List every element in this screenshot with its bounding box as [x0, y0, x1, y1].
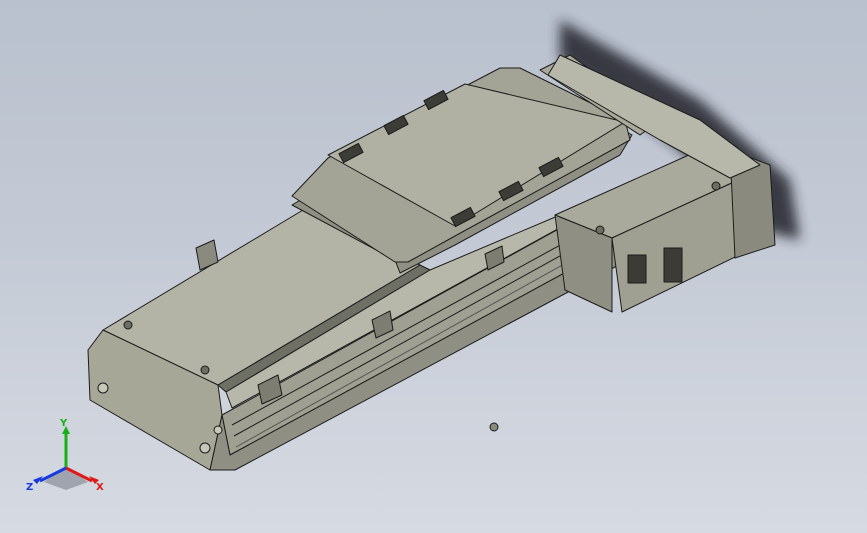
motor-screw-2: [711, 181, 721, 191]
side-screw-1: [489, 422, 499, 432]
y-axis-label: Y: [59, 418, 68, 429]
end-screw-2: [199, 442, 211, 454]
motor-screw-1: [595, 225, 605, 235]
connector-1: [627, 254, 647, 284]
axis-triad: Y X Z: [26, 418, 104, 493]
x-axis-label: X: [96, 482, 104, 493]
top-screw-1: [123, 320, 133, 330]
connector-2: [663, 247, 683, 283]
linear-actuator-model[interactable]: [0, 0, 867, 533]
top-screw-3: [213, 425, 223, 435]
end-screw-1: [97, 382, 109, 394]
cad-viewport[interactable]: Y X Z: [0, 0, 867, 533]
top-screw-2: [200, 365, 210, 375]
z-axis-label: Z: [26, 482, 33, 493]
